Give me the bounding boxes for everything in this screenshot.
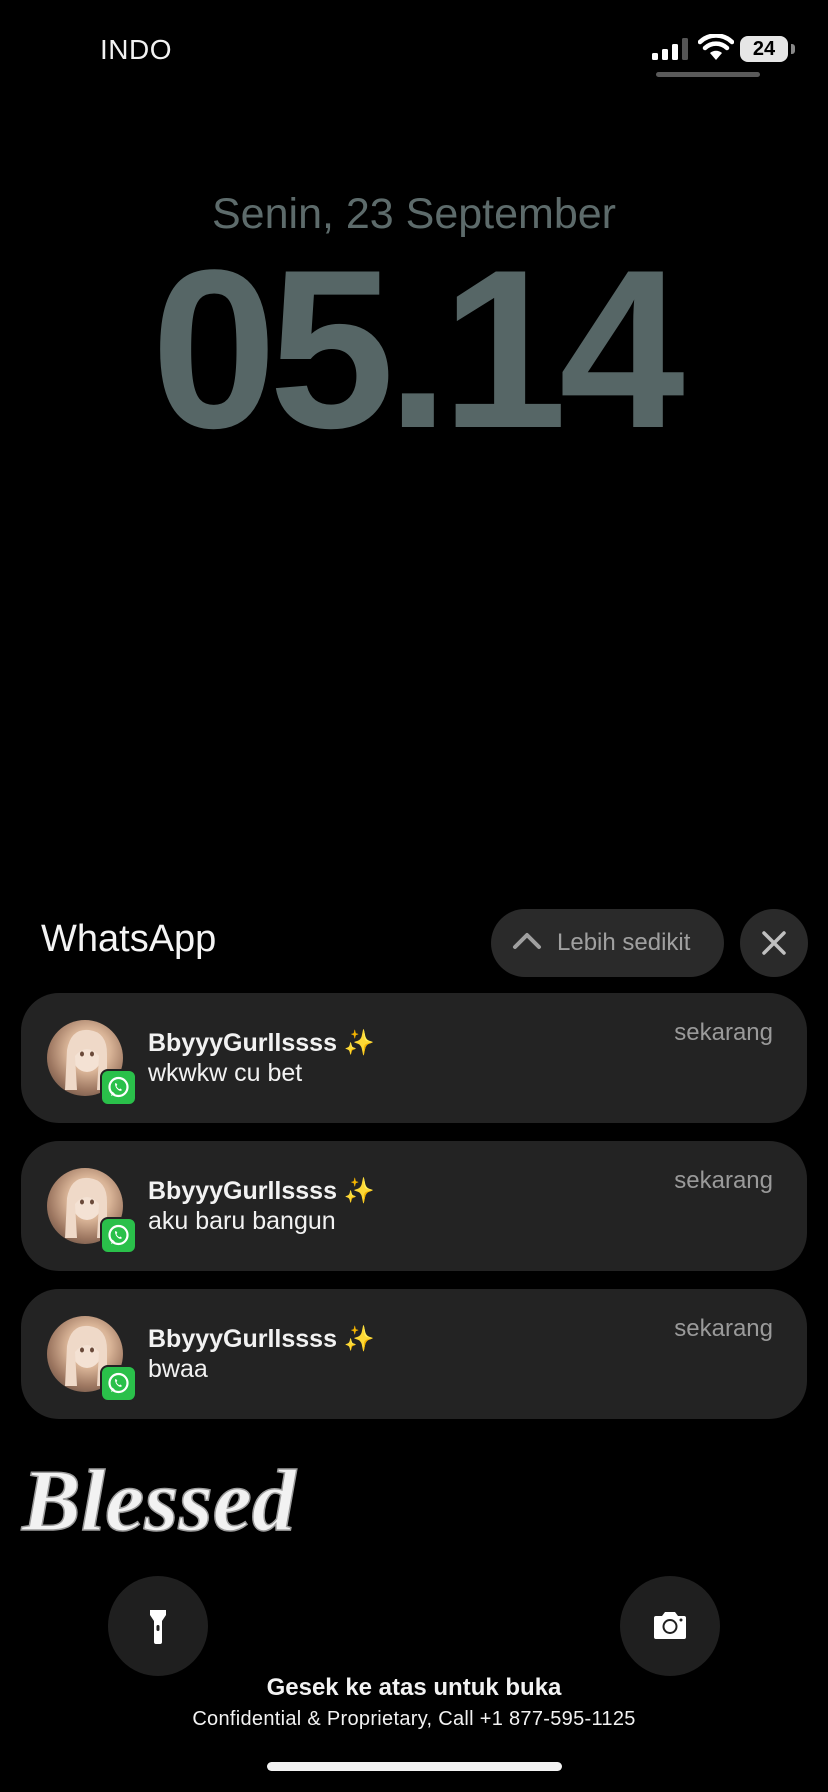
chevron-up-icon [513, 933, 541, 949]
camera-button[interactable] [620, 1576, 720, 1676]
status-bar-pill [656, 72, 760, 77]
cellular-signal-icon [652, 38, 688, 60]
notification-message: bwaa [148, 1355, 208, 1383]
status-bar: INDO 24 [0, 0, 828, 100]
notification-sender: BbyyyGurllssss ✨ [148, 1177, 376, 1205]
whatsapp-icon [100, 1217, 137, 1254]
wifi-icon [698, 34, 734, 60]
svg-text:Blessed: Blessed [21, 1453, 298, 1550]
battery-level: 24 [740, 36, 788, 62]
lock-screen-footnote: Confidential & Proprietary, Call +1 877-… [192, 1708, 636, 1730]
notification-card[interactable]: BbyyyGurllssss ✨ wkwkw cu bet sekarang [21, 993, 807, 1123]
swipe-up-hint: Gesek ke atas untuk buka [266, 1674, 562, 1701]
flashlight-icon [150, 1610, 166, 1644]
home-indicator[interactable] [267, 1762, 562, 1771]
notification-message: aku baru bangun [148, 1207, 336, 1235]
show-less-label: Lebih sedikit [557, 929, 691, 956]
lock-screen-clock: 05.14 [151, 222, 685, 475]
whatsapp-icon [100, 1365, 137, 1402]
clear-notifications-button[interactable] [740, 909, 808, 977]
whatsapp-icon [100, 1069, 137, 1106]
notification-group-title: WhatsApp [41, 918, 217, 960]
close-icon [762, 931, 786, 955]
flashlight-button[interactable] [108, 1576, 208, 1676]
show-less-button[interactable]: Lebih sedikit [491, 909, 724, 977]
notification-card[interactable]: BbyyyGurllssss ✨ aku baru bangun sekaran… [21, 1141, 807, 1271]
battery-indicator: 24 [740, 36, 796, 62]
notification-sender: BbyyyGurllssss ✨ [148, 1325, 376, 1353]
notification-sender: BbyyyGurllssss ✨ [148, 1029, 376, 1057]
carrier-name: INDO [100, 34, 172, 65]
camera-icon [654, 1612, 686, 1639]
wallpaper-blessed-text: Blessed [20, 1452, 298, 1551]
notification-time: sekarang [674, 1019, 773, 1046]
battery-tip [791, 44, 795, 54]
notification-card[interactable]: BbyyyGurllssss ✨ bwaa sekarang [21, 1289, 807, 1419]
notification-time: sekarang [674, 1167, 773, 1194]
notification-time: sekarang [674, 1315, 773, 1342]
notification-message: wkwkw cu bet [148, 1059, 303, 1087]
